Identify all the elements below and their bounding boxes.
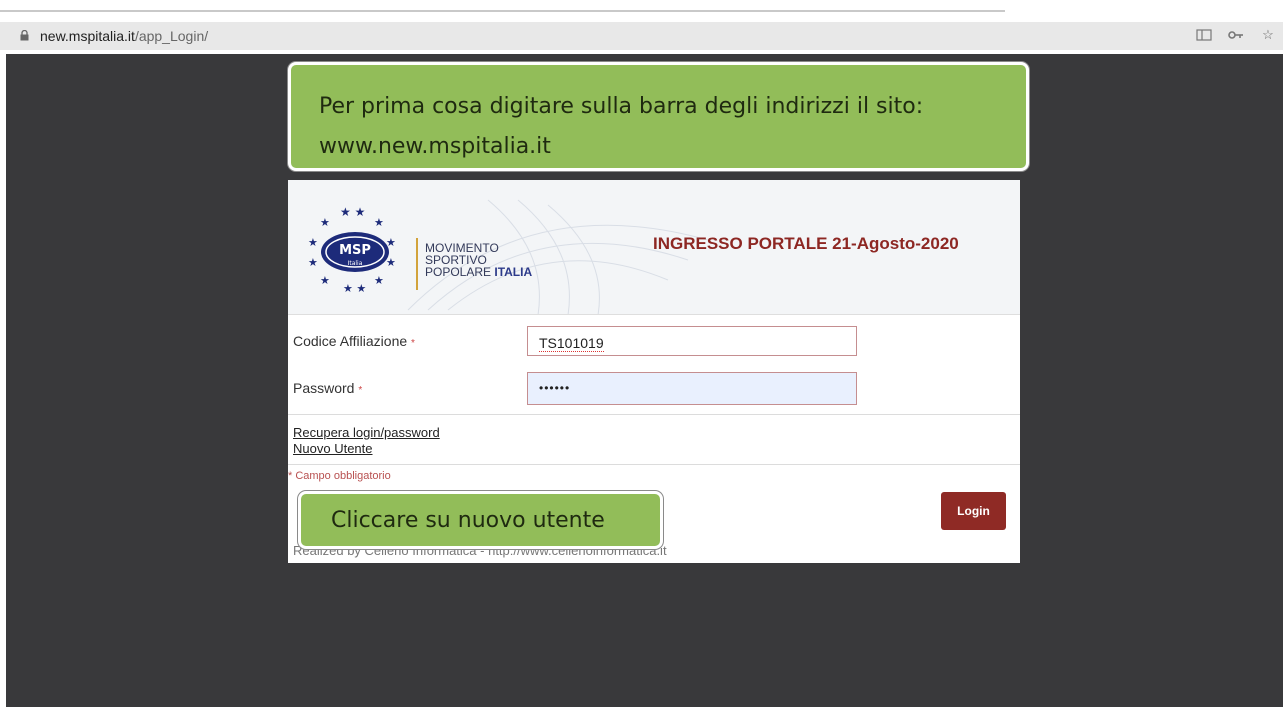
svg-text:★: ★	[374, 274, 384, 287]
address-bar-icons: ☆	[1195, 27, 1277, 43]
callout-top-line2: www.new.mspitalia.it	[319, 134, 551, 159]
form-separator	[288, 414, 1020, 415]
browser-top-edge	[0, 0, 1283, 22]
url-host: new.mspitalia.it	[40, 28, 135, 44]
svg-text:★: ★	[374, 216, 384, 229]
code-input[interactable]: TS101019	[527, 326, 857, 356]
org-line3: POPOLARE ITALIA	[425, 266, 532, 278]
portal-title: INGRESSO PORTALE 21-Agosto-2020	[653, 234, 959, 253]
recover-password-link[interactable]: Recupera login/password	[293, 425, 440, 440]
required-note: * Campo obbligatorio	[288, 470, 391, 482]
logo-divider	[416, 238, 418, 290]
password-required-mark: *	[358, 385, 363, 396]
star-icon[interactable]: ☆	[1259, 27, 1277, 43]
svg-text:★: ★	[320, 216, 330, 229]
msp-logo: ★ ★ ★ ★ ★ ★ ★ ★ ★ ★ ★ ★ MSP Italia	[308, 205, 396, 294]
page-action-icon[interactable]	[1195, 27, 1213, 43]
svg-text:MSP: MSP	[339, 243, 371, 258]
lock-icon	[20, 30, 29, 41]
instruction-callout-top: Per prima cosa digitare sulla barra degl…	[288, 62, 1029, 171]
password-input[interactable]: ••••••	[527, 372, 857, 405]
code-value: TS101019	[539, 335, 604, 352]
password-label-text: Password	[293, 380, 355, 396]
svg-text:★: ★	[308, 236, 318, 249]
code-label: Codice Affiliazione *	[293, 333, 415, 349]
svg-text:★: ★	[386, 256, 396, 269]
password-value: ••••••	[539, 381, 571, 395]
url-path: /app_Login/	[134, 28, 209, 44]
password-label: Password *	[293, 380, 362, 396]
links-separator	[288, 464, 1020, 465]
org-name: MOVIMENTO SPORTIVO POPOLARE ITALIA	[425, 242, 532, 278]
code-label-text: Codice Affiliazione	[293, 333, 408, 349]
svg-text:Italia: Italia	[348, 260, 363, 267]
org-line3-b: ITALIA	[494, 265, 533, 279]
instruction-callout-bottom: Cliccare su nuovo utente	[298, 491, 663, 549]
key-icon[interactable]	[1227, 27, 1245, 43]
new-user-link[interactable]: Nuovo Utente	[293, 441, 373, 456]
url-text[interactable]: new.mspitalia.it/app_Login/	[40, 28, 208, 44]
address-bar[interactable]: new.mspitalia.it/app_Login/ ☆	[0, 22, 1283, 50]
svg-text:★: ★	[308, 256, 318, 269]
svg-text:★: ★	[320, 274, 330, 287]
login-button[interactable]: Login	[941, 492, 1006, 530]
login-header: ★ ★ ★ ★ ★ ★ ★ ★ ★ ★ ★ ★ MSP Italia MOVIM…	[288, 180, 1020, 315]
org-line3-a: POPOLARE	[425, 265, 495, 279]
svg-text:★ ★: ★ ★	[343, 282, 366, 294]
callout-top-line1: Per prima cosa digitare sulla barra degl…	[319, 94, 924, 119]
code-required-mark: *	[411, 338, 415, 349]
svg-text:★ ★: ★ ★	[340, 205, 365, 219]
tab-strip-line	[0, 10, 1005, 12]
